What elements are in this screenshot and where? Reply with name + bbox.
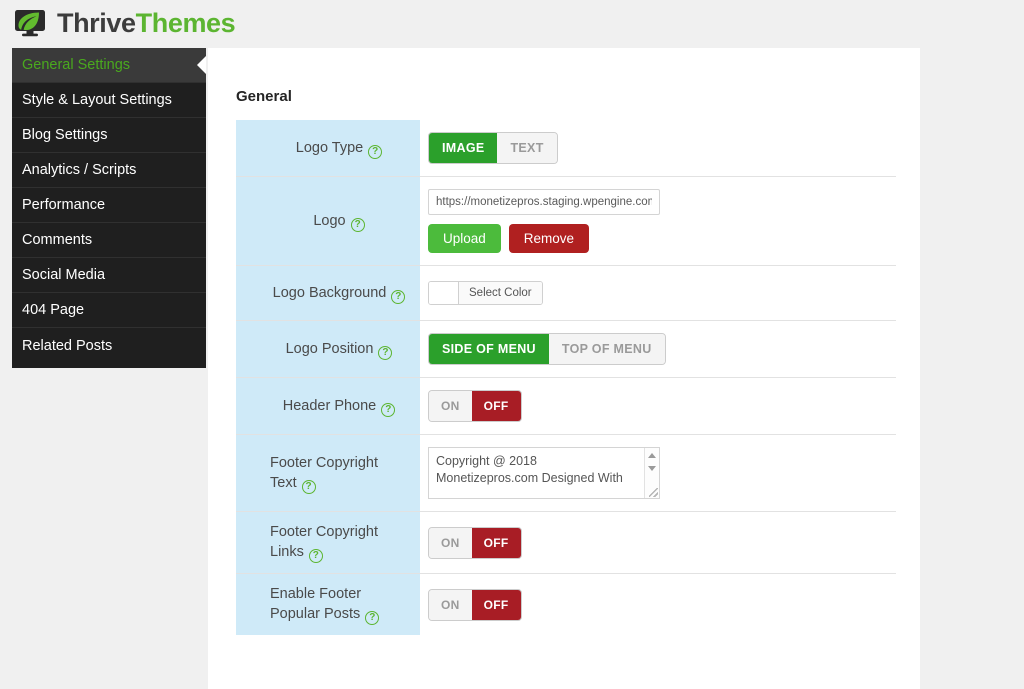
sidebar-item-related-posts[interactable]: Related Posts [12,328,206,363]
help-icon[interactable]: ? [368,144,383,159]
setting-value-cell: Upload Remove [420,177,896,265]
help-icon[interactable]: ? [301,479,316,494]
upload-button[interactable]: Upload [428,224,501,253]
brand-name-secondary: Themes [135,7,236,38]
logo-position-toggle[interactable]: SIDE OF MENU TOP OF MENU [428,333,666,365]
footer-copyright-links-toggle[interactable]: ON OFF [428,526,522,559]
setting-row-logo-background: Logo Background? Select Color [236,266,896,321]
footer-copyright-text-value: Copyright @ 2018 Monetizepros.com Design… [436,454,623,485]
setting-label-cell: Enable Footer Popular Posts? [236,574,420,635]
enable-footer-popular-posts-on-option[interactable]: ON [429,589,472,620]
setting-label: Logo [313,212,346,229]
select-color-button[interactable]: Select Color [459,282,542,304]
setting-row-header-phone: Header Phone? ON OFF [236,378,896,435]
sidebar-item-label: Performance [22,197,106,213]
header-phone-on-option[interactable]: ON [429,391,472,421]
sidebar-item-label: Analytics / Scripts [22,162,137,178]
header-phone-off-option[interactable]: OFF [471,391,521,421]
setting-label-cell: Header Phone? [236,378,420,434]
sidebar-item-style-layout-settings[interactable]: Style & Layout Settings [12,83,206,118]
setting-label-cell: Logo Background? [236,266,420,320]
setting-label-cell: Logo? [236,177,420,265]
settings-table: Logo Type? IMAGE TEXT Logo? https://mone… [236,120,896,635]
sidebar-item-comments[interactable]: Comments [12,223,206,258]
help-icon[interactable]: ? [365,611,380,625]
sidebar-item-label: Related Posts [22,337,113,354]
footer-copyright-links-off-option[interactable]: OFF [471,527,521,558]
logo-type-toggle[interactable]: IMAGE TEXT [428,132,558,164]
sidebar-item-404-page[interactable]: 404 Page [12,293,206,328]
enable-footer-popular-posts-toggle[interactable]: ON OFF [428,588,522,621]
setting-label: Header Phone [282,397,377,414]
setting-label-cell: Footer Copyright Links? [236,512,420,573]
setting-label-cell: Logo Position? [236,321,420,377]
logo-position-option-top-of-menu[interactable]: TOP OF MENU [548,334,665,364]
help-icon[interactable]: ? [378,345,393,360]
sidebar-item-label: Blog Settings [22,127,108,143]
footer-copyright-links-on-option[interactable]: ON [429,527,472,558]
setting-label: Footer Copyright Text [270,454,378,491]
help-icon[interactable]: ? [391,289,406,304]
help-icon[interactable]: ? [308,549,323,563]
sidebar-item-label: Social Media [22,267,106,283]
setting-value-cell: IMAGE TEXT [420,120,896,176]
setting-label: Logo Background [272,284,387,301]
brand-wordmark: ThriveThemes [57,7,236,38]
help-icon[interactable]: ? [381,402,396,417]
sidebar-item-performance[interactable]: Performance [12,188,206,223]
setting-label-cell: Logo Type? [236,120,420,176]
app-body: General Settings Style & Layout Settings… [0,46,1024,689]
sidebar-item-label: General Settings [22,57,131,73]
logo-action-buttons: Upload Remove [428,224,896,253]
sidebar-item-analytics-scripts[interactable]: Analytics / Scripts [12,153,206,188]
setting-label: Logo Type [295,139,364,156]
remove-button[interactable]: Remove [508,224,590,253]
setting-row-logo: Logo? Upload Remove [236,177,896,266]
sidebar: General Settings Style & Layout Settings… [12,48,206,368]
sidebar-item-social-media[interactable]: Social Media [12,258,206,293]
settings-content-panel: General Logo Type? IMAGE TEXT Logo ? htt… [208,48,920,689]
sidebar-item-blog-settings[interactable]: Blog Settings [12,118,206,153]
enable-footer-popular-posts-off-option[interactable]: OFF [471,589,521,620]
setting-value-cell: ON OFF [420,574,896,635]
setting-value-cell: ON OFF [420,378,896,434]
logo-position-option-side-of-menu[interactable]: SIDE OF MENU [429,334,549,364]
setting-row-enable-footer-popular-posts: Enable Footer Popular Posts? ON OFF [236,574,896,635]
setting-value-cell: ON OFF [420,512,896,573]
logo-url-input[interactable] [428,189,660,215]
setting-value-cell: SIDE OF MENU TOP OF MENU [420,321,896,377]
footer-copyright-textarea[interactable]: Copyright @ 2018 Monetizepros.com Design… [428,447,660,499]
sidebar-item-label: Comments [22,232,93,248]
brand-header: ThriveThemes [0,0,1024,46]
setting-row-logo-position: Logo Position? SIDE OF MENU TOP OF MENU [236,321,896,378]
setting-label: Logo Position [285,340,374,357]
setting-value-cell: Copyright @ 2018 Monetizepros.com Design… [420,435,896,511]
sidebar-item-general-settings[interactable]: General Settings [12,48,206,83]
setting-row-logo-type: Logo Type? IMAGE TEXT [236,120,896,177]
header-phone-toggle[interactable]: ON OFF [428,390,522,422]
setting-row-footer-copyright-text: Footer Copyright Text? Copyright @ 2018 … [236,435,896,512]
page-title: General [236,88,292,105]
setting-label-cell: Footer Copyright Text? [236,435,420,511]
setting-row-footer-copyright-links: Footer Copyright Links? ON OFF [236,512,896,574]
sidebar-item-label: Style & Layout Settings [22,92,172,108]
setting-label: Enable Footer Popular Posts [270,586,362,622]
leaf-monitor-icon [14,9,48,37]
logo-background-color-picker[interactable]: Select Color [428,281,543,305]
logo-type-option-image[interactable]: IMAGE [429,133,498,163]
color-swatch[interactable] [429,282,459,304]
help-icon[interactable]: ? [350,217,365,232]
scroll-down-arrow-icon[interactable] [648,466,656,471]
scroll-up-arrow-icon[interactable] [648,453,656,458]
brand-name-primary: Thrive [57,7,136,38]
setting-label: Footer Copyright Links [270,524,378,560]
sidebar-item-label: 404 Page [22,302,85,318]
logo-type-option-text[interactable]: TEXT [497,133,557,163]
resize-grip-icon[interactable] [649,488,658,497]
setting-value-cell: Select Color [420,266,896,320]
